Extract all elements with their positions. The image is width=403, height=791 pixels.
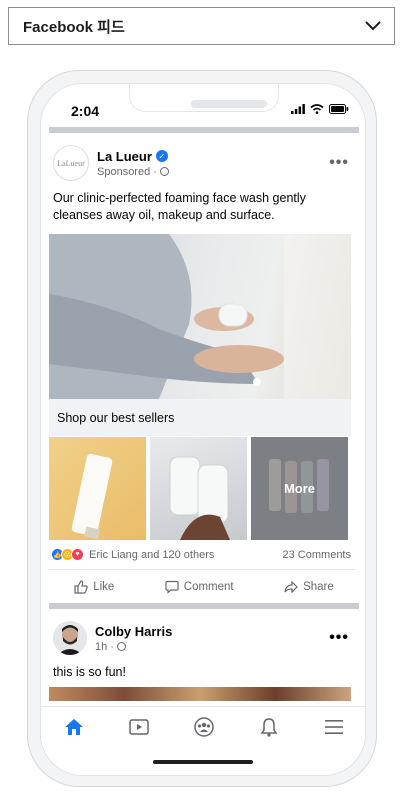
home-indicator[interactable] [153, 760, 253, 764]
author-name-row: Colby Harris [95, 624, 329, 639]
reactions-row: 👍 😮 ♥ Eric Liang and 120 others 23 Comme… [49, 540, 355, 570]
comment-label: Comment [183, 580, 234, 593]
tab-notifications[interactable] [254, 712, 284, 742]
like-label: Like [93, 580, 115, 593]
signal-icon [291, 104, 305, 114]
meta-dot: · [153, 165, 157, 178]
battery-icon [329, 104, 349, 114]
shop-banner[interactable]: Shop our best sellers [49, 399, 351, 436]
wifi-icon [310, 104, 324, 114]
tab-watch[interactable] [124, 712, 154, 742]
thumbs-up-icon [74, 579, 88, 594]
hero-image-illustration [49, 234, 351, 399]
reactions-summary[interactable]: 👍 😮 ♥ Eric Liang and 120 others [51, 548, 214, 561]
share-button[interactable]: Share [284, 580, 334, 594]
feed-selector-dropdown[interactable]: Facebook 피드 [8, 7, 395, 45]
chevron-down-icon [365, 21, 381, 31]
comment-icon [165, 580, 179, 594]
post-header: LaLueur La Lueur ✓ Sponsored · ••• [49, 133, 359, 183]
more-options-button[interactable]: ••• [329, 154, 355, 172]
video-icon [129, 718, 149, 735]
page-name-row: La Lueur ✓ [97, 149, 329, 164]
more-options-button[interactable]: ••• [329, 629, 355, 647]
author-name[interactable]: Colby Harris [95, 624, 172, 639]
user-avatar[interactable] [53, 621, 87, 655]
meta-dot: · [110, 640, 114, 653]
bell-icon [260, 717, 278, 737]
more-label: More [283, 481, 316, 496]
globe-icon [159, 167, 169, 176]
bottom-tab-bar [41, 706, 365, 746]
menu-icon [325, 719, 344, 734]
more-products-overlay[interactable]: More [251, 437, 348, 540]
sponsored-post: LaLueur La Lueur ✓ Sponsored · ••• Our c… [49, 133, 359, 603]
home-icon [64, 718, 83, 735]
post-meta: Sponsored · [97, 166, 329, 178]
phone-screen: 2:04 LaLueur La Lueur ✓ Sponsored · ••• … [40, 83, 366, 776]
comments-count[interactable]: 23 Comments [283, 549, 351, 561]
user-avatar-image [53, 621, 87, 655]
product-card[interactable] [150, 437, 247, 540]
tab-home[interactable] [59, 712, 89, 742]
status-icons [291, 104, 349, 114]
share-icon [284, 580, 298, 593]
verified-badge-icon: ✓ [155, 150, 168, 162]
sponsored-label: Sponsored [97, 165, 151, 178]
post-header: Colby Harris 1h · ••• [49, 609, 359, 657]
phone-frame: 2:04 LaLueur La Lueur ✓ Sponsored · ••• … [27, 70, 377, 787]
love-reaction-icon: ♥ [71, 548, 84, 561]
product-carousel[interactable]: More [49, 437, 359, 540]
post-time[interactable]: 1h [95, 641, 107, 653]
share-label: Share [303, 580, 334, 593]
feed-selector-label: Facebook 피드 [23, 18, 125, 36]
reactions-text: Eric Liang and 120 others [89, 548, 215, 561]
product-image [169, 456, 230, 540]
globe-icon [116, 642, 126, 651]
news-feed[interactable]: LaLueur La Lueur ✓ Sponsored · ••• Our c… [49, 127, 359, 701]
product-image [71, 453, 113, 540]
post-image[interactable] [49, 687, 351, 701]
product-card[interactable] [49, 437, 146, 540]
product-card[interactable]: More [251, 437, 348, 540]
groups-icon [194, 716, 214, 737]
status-time: 2:04 [71, 103, 100, 119]
like-button[interactable]: Like [74, 579, 115, 594]
page-avatar-logo: LaLueur [57, 158, 85, 168]
page-name[interactable]: La Lueur [97, 149, 152, 164]
post-header-text: Colby Harris 1h · [95, 624, 329, 653]
post-actions: Like Comment Share [49, 570, 359, 603]
post-text: Our clinic-perfected foaming face wash g… [53, 191, 306, 222]
post-text: this is so fun! [53, 665, 126, 679]
tab-menu[interactable] [319, 712, 349, 742]
page-avatar[interactable]: LaLueur [53, 145, 89, 181]
hero-image[interactable] [49, 234, 351, 399]
post-header-text: La Lueur ✓ Sponsored · [97, 149, 329, 178]
speaker-grille [191, 100, 267, 108]
comment-button[interactable]: Comment [165, 580, 234, 594]
friend-post: Colby Harris 1h · ••• this is so fun! [49, 609, 359, 701]
tab-groups[interactable] [189, 712, 219, 742]
post-meta: 1h · [95, 641, 329, 653]
